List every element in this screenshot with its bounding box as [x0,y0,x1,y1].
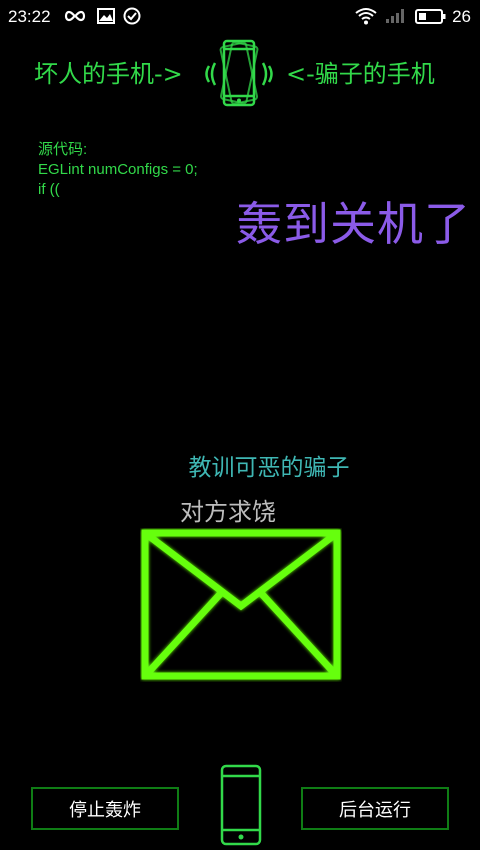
phone-icon [220,764,262,850]
status-bar: 23:22 26 [0,0,480,34]
image-icon [96,6,116,31]
vibrating-phone-icon [200,36,278,114]
background-run-button[interactable]: 后台运行 [301,787,449,830]
signal-icon [384,6,408,31]
wifi-icon [354,6,378,31]
beg-label: 对方求饶 [180,498,276,526]
header-left-label: 坏人的手机-> [34,60,183,88]
header-row: 坏人的手机-> <-骗子的手机 [0,32,480,112]
status-message: 轰到关机了 [236,197,471,251]
source-code-line: if (( [38,181,60,198]
header-right-label: <-骗子的手机 [286,60,435,88]
battery-level: 26 [452,7,471,26]
punish-label: 教训可恶的骗子 [188,455,350,481]
infinity-icon [63,6,87,31]
envelope-icon[interactable] [140,528,342,686]
stop-bombing-button[interactable]: 停止轰炸 [31,787,179,830]
source-code-panel: 源代码: EGLint numConfigs = 0; if (( [38,140,198,200]
source-code-line: EGLint numConfigs = 0; [38,161,198,178]
source-code-title: 源代码: [38,141,88,158]
status-time: 23:22 [8,7,51,26]
battery-icon [415,6,447,31]
check-circle-icon [122,6,142,31]
